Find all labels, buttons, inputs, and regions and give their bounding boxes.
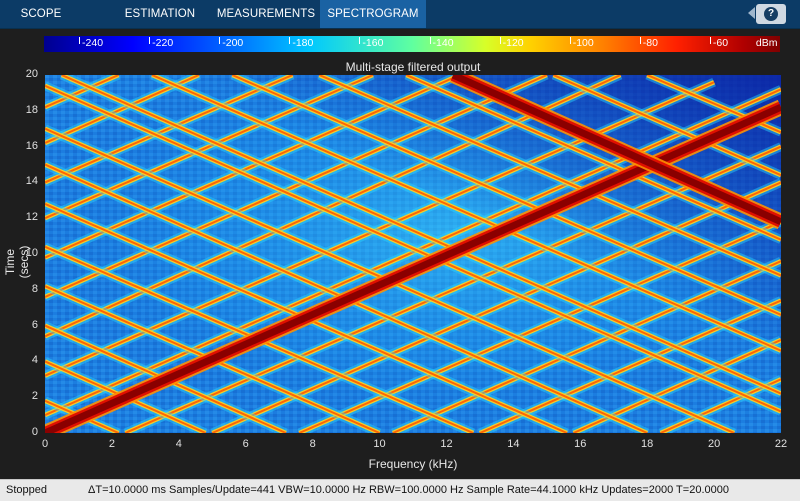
x-tick-label: 8	[309, 438, 316, 450]
x-tick-label: 12	[440, 438, 453, 450]
y-tick-label: 6	[31, 318, 38, 331]
colorbar-tick-label: -200	[222, 37, 244, 49]
status-state: Stopped	[6, 484, 47, 496]
x-tick-label: 22	[774, 438, 788, 450]
spectrogram-image	[45, 75, 781, 433]
y-tick-label: 0	[31, 426, 38, 438]
y-axis-label: Time (secs)	[3, 245, 31, 279]
colorbar-tick	[569, 37, 571, 44]
x-tick-label: 4	[175, 438, 182, 450]
tab-measurements[interactable]: MEASUREMENTS	[212, 0, 320, 28]
colorbar-tick-label: -180	[292, 37, 314, 49]
y-tick-label: 18	[25, 103, 38, 116]
tab-spectrogram[interactable]: SPECTROGRAM	[320, 0, 426, 28]
colorbar-tick-label: -60	[712, 37, 729, 49]
colorbar: -240 -220 -200 -180 -160 -140 -120 -100 -80 -60 dB…	[44, 36, 780, 52]
y-tick-label: 12	[25, 211, 38, 224]
status-details: ΔT=10.0000 ms Samples/Update=441 VBW=10.…	[88, 484, 729, 496]
tab-scope[interactable]: SCOPE	[0, 0, 82, 28]
x-tick-label: 2	[108, 438, 115, 450]
x-tick-label: 0	[41, 438, 49, 450]
y-tick-label: 14	[25, 175, 38, 188]
colorbar-units: dBm	[755, 37, 778, 49]
colorbar-tick-label: -100	[572, 37, 594, 49]
y-tick-label: 2	[31, 390, 38, 403]
toolstrip: SCOPE ESTIMATION MEASUREMENTS SPECTROGRA…	[0, 0, 800, 29]
colorbar-tick	[79, 37, 81, 44]
spectrogram-plot[interactable]	[45, 75, 781, 433]
help-button[interactable]: ?	[756, 4, 786, 24]
colorbar-tick-label: -240	[82, 37, 104, 49]
x-tick-label: 18	[641, 438, 654, 450]
colorbar-tick	[219, 37, 221, 44]
colorbar-tick	[639, 37, 641, 44]
colorbar-tick	[429, 37, 431, 44]
plot-title: Multi-stage filtered output	[345, 60, 481, 74]
status-bar: Stopped ΔT=10.0000 ms Samples/Update=441…	[0, 479, 800, 501]
x-tick-label: 6	[242, 438, 249, 450]
x-tick-label: 20	[707, 438, 721, 450]
colorbar-tick	[709, 37, 711, 44]
y-tick-label: 16	[25, 139, 38, 152]
x-tick-label: 16	[574, 438, 587, 450]
x-tick-label: 14	[507, 438, 520, 450]
colorbar-tick	[359, 37, 361, 44]
help-icon: ?	[764, 7, 778, 21]
y-tick-label: 4	[31, 354, 38, 367]
colorbar-tick	[499, 37, 501, 44]
tab-estimation[interactable]: ESTIMATION	[110, 0, 210, 28]
colorbar-tick-label: -220	[152, 37, 174, 49]
collapse-chevron-icon[interactable]	[748, 7, 755, 19]
y-tick-label: 20	[25, 68, 38, 80]
colorbar-tick-label: -140	[432, 37, 454, 49]
colorbar-tick-label: -160	[362, 37, 384, 49]
colorbar-tick	[149, 37, 151, 44]
x-tick-label: 10	[373, 438, 386, 450]
colorbar-tick-label: -80	[642, 37, 658, 49]
colorbar-tick-label: -120	[502, 37, 524, 49]
x-axis-label: Frequency (kHz)	[368, 457, 458, 471]
colorbar-tick	[289, 37, 291, 44]
